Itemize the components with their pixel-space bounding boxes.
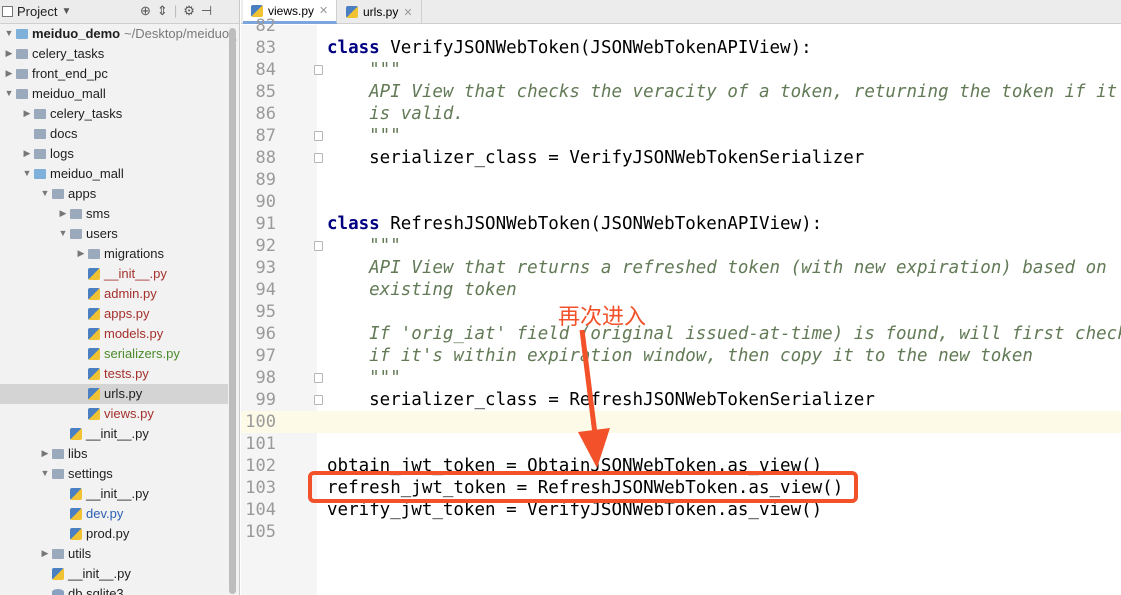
line-number: 90 xyxy=(255,192,276,212)
line-number: 95 xyxy=(255,302,276,322)
code-line[interactable]: 87 """ xyxy=(0,125,1121,147)
docstring: API View that checks the veracity of a t… xyxy=(327,82,1118,102)
line-number: 100 xyxy=(245,412,276,432)
docstring: If 'orig_iat' field (original issued-at-… xyxy=(327,324,1121,344)
code-statement: RefreshJSONWebToken(JSONWebTokenAPIView)… xyxy=(379,214,823,234)
code-text: """ xyxy=(327,125,401,147)
fold-marker-icon[interactable] xyxy=(314,65,323,75)
database-file-icon xyxy=(52,589,64,595)
annotation-arrow-icon xyxy=(578,330,610,468)
line-number: 87 xyxy=(255,126,276,146)
python-file-icon xyxy=(52,568,64,580)
tree-item-label: db.sqlite3 xyxy=(68,586,124,595)
code-text: class VerifyJSONWebToken(JSONWebTokenAPI… xyxy=(327,37,812,59)
docstring: """ xyxy=(327,60,401,80)
code-line[interactable]: 93 API View that returns a refreshed tok… xyxy=(0,257,1121,279)
code-line[interactable]: 90 xyxy=(0,191,1121,213)
chevron-right-icon[interactable]: ▶ xyxy=(40,548,50,559)
line-number: 85 xyxy=(255,82,276,102)
code-line[interactable]: 89 xyxy=(0,169,1121,191)
line-number: 83 xyxy=(255,38,276,58)
line-number: 84 xyxy=(255,60,276,80)
docstring: is valid. xyxy=(327,104,464,124)
keyword: class xyxy=(327,214,380,234)
code-text: class RefreshJSONWebToken(JSONWebTokenAP… xyxy=(327,213,822,235)
code-line[interactable]: 88 serializer_class = VerifyJSONWebToken… xyxy=(0,147,1121,169)
tree-item-label: utils xyxy=(68,546,92,561)
code-line[interactable]: 92 """ xyxy=(0,235,1121,257)
code-statement: VerifyJSONWebToken(JSONWebTokenAPIView): xyxy=(379,38,812,58)
code-statement: serializer_class = VerifyJSONWebTokenSer… xyxy=(327,148,865,168)
line-number: 104 xyxy=(245,500,276,520)
code-text: """ xyxy=(327,367,401,389)
fold-marker-icon[interactable] xyxy=(314,395,323,405)
code-text: """ xyxy=(327,235,401,257)
docstring: API View that returns a refreshed token … xyxy=(327,258,1107,278)
line-number: 88 xyxy=(255,148,276,168)
line-number: 99 xyxy=(255,390,276,410)
code-text: if it's within expiration window, then c… xyxy=(327,345,1033,367)
tree-item-label: __init__.py xyxy=(68,566,131,581)
tree-item[interactable]: db.sqlite3 xyxy=(0,584,228,595)
keyword: class xyxy=(327,38,380,58)
code-line[interactable]: 91 class RefreshJSONWebToken(JSONWebToken… xyxy=(0,213,1121,235)
line-number: 96 xyxy=(255,324,276,344)
line-number: 102 xyxy=(245,456,276,476)
code-line[interactable]: 94 existing token xyxy=(0,279,1121,301)
folder-icon xyxy=(52,549,64,559)
code-text: API View that checks the veracity of a t… xyxy=(327,81,1117,103)
docstring: """ xyxy=(327,368,401,388)
fold-marker-icon[interactable] xyxy=(314,373,323,383)
code-text: If 'orig_iat' field (original issued-at-… xyxy=(327,323,1121,345)
annotation-label: 再次进入 xyxy=(558,305,647,330)
tree-item[interactable]: __init__.py xyxy=(0,564,228,584)
docstring: """ xyxy=(327,126,401,146)
fold-marker-icon[interactable] xyxy=(314,241,323,251)
code-line[interactable]: 85 API View that checks the veracity of … xyxy=(0,81,1121,103)
code-text: existing token xyxy=(327,279,517,301)
docstring: if it's within expiration window, then c… xyxy=(327,346,1033,366)
line-number: 94 xyxy=(255,280,276,300)
line-number: 89 xyxy=(255,170,276,190)
line-number: 91 xyxy=(255,214,276,234)
line-number: 101 xyxy=(245,434,276,454)
tree-item[interactable]: ▶ utils xyxy=(0,544,228,564)
code-statement: verify_jwt_token = VerifyJSONWebToken.as… xyxy=(327,500,823,520)
code-line[interactable]: 82 xyxy=(0,15,1121,37)
code-text: """ xyxy=(327,59,401,81)
code-text: API View that returns a refreshed token … xyxy=(327,257,1107,279)
docstring: existing token xyxy=(327,280,517,300)
line-number: 93 xyxy=(255,258,276,278)
code-text: is valid. xyxy=(327,103,464,125)
code-line[interactable]: 105 xyxy=(0,521,1121,543)
line-number: 103 xyxy=(245,478,276,498)
code-text: serializer_class = VerifyJSONWebTokenSer… xyxy=(327,147,864,169)
fold-marker-icon[interactable] xyxy=(314,153,323,163)
docstring: """ xyxy=(327,236,401,256)
line-number: 97 xyxy=(255,346,276,366)
code-line[interactable]: 83 class VerifyJSONWebToken(JSONWebTokenA… xyxy=(0,37,1121,59)
code-line[interactable]: 86 is valid. xyxy=(0,103,1121,125)
code-line[interactable]: 84 """ xyxy=(0,59,1121,81)
line-number: 92 xyxy=(255,236,276,256)
annotation-highlight-box xyxy=(308,471,858,503)
line-number: 82 xyxy=(255,16,276,36)
line-number: 105 xyxy=(245,522,276,542)
fold-marker-icon[interactable] xyxy=(314,131,323,141)
line-number: 86 xyxy=(255,104,276,124)
line-number: 98 xyxy=(255,368,276,388)
